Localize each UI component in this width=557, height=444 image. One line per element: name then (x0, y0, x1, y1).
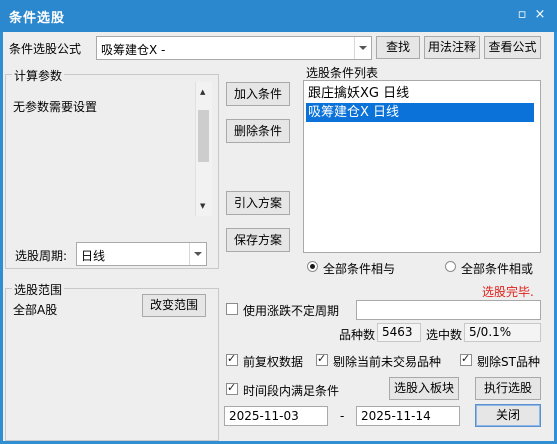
formula-value: 吸筹建仓X - (101, 43, 166, 57)
condition-item[interactable]: 跟庄擒妖XG 日线 (306, 84, 534, 103)
exclude-untraded-label[interactable]: 剔除当前未交易品种 (333, 353, 441, 370)
formula-select[interactable]: 吸筹建仓X - (96, 36, 372, 60)
view-formula-button[interactable]: 查看公式 (484, 36, 541, 59)
import-plan-button[interactable]: 引入方案 (226, 191, 290, 215)
restore-icon[interactable]: ▫ (514, 7, 530, 23)
period-label: 选股周期: (15, 249, 68, 263)
time-period-checkbox[interactable] (226, 381, 238, 395)
change-period-checkbox[interactable] (226, 303, 238, 315)
conditions-legend: 选股条件列表 (306, 66, 379, 80)
forward-adjust-label[interactable]: 前复权数据 (243, 353, 303, 370)
exclude-untraded-checkbox[interactable] (316, 352, 328, 366)
dialog-body: 条件选股公式 吸筹建仓X - 查找 用法注释 查看公式 计算参数 无参数需要设置… (3, 32, 554, 441)
execute-button[interactable]: 执行选股 (475, 377, 541, 400)
find-button[interactable]: 查找 (376, 36, 420, 59)
count-label: 品种数 (339, 328, 376, 342)
selected-value: 5/0.1% (464, 323, 541, 342)
scroll-up-icon[interactable]: ▲ (200, 88, 205, 96)
period-value: 日线 (81, 249, 106, 263)
condition-item-selected[interactable]: 吸筹建仓X 日线 (306, 103, 534, 122)
select-to-block-button[interactable]: 选股入板块 (389, 377, 459, 400)
range-legend: 选股范围 (12, 281, 65, 298)
change-period-input[interactable] (356, 300, 541, 320)
usage-button[interactable]: 用法注释 (424, 36, 480, 59)
time-period-label[interactable]: 时间段内满足条件 (243, 382, 339, 399)
range-value: 全部A股 (13, 303, 58, 317)
conditions-list[interactable]: 跟庄擒妖XG 日线 吸筹建仓X 日线 (303, 80, 541, 253)
window: 条件选股 ▫ × 条件选股公式 吸筹建仓X - 查找 用法注释 查看公式 计算参… (0, 0, 557, 444)
close-icon[interactable]: × (532, 7, 548, 23)
params-scrollbar[interactable]: ▲ ▼ (195, 82, 212, 216)
end-date-picker[interactable]: 2025-11-14 (356, 406, 460, 426)
and-label[interactable]: 全部条件相与 (323, 260, 395, 277)
count-value: 5463 (377, 323, 421, 342)
params-panel: 无参数需要设置 ▲ ▼ (9, 82, 212, 216)
title-bar: 条件选股 ▫ × (0, 0, 557, 32)
params-message: 无参数需要设置 (13, 100, 98, 114)
or-label[interactable]: 全部条件相或 (461, 260, 533, 277)
forward-adjust-checkbox[interactable] (226, 352, 238, 366)
chevron-down-icon[interactable] (189, 243, 206, 265)
formula-label: 条件选股公式 (9, 42, 82, 56)
delete-condition-button[interactable]: 删除条件 (226, 119, 290, 143)
date-separator: - (340, 409, 345, 423)
scroll-down-icon[interactable]: ▼ (200, 202, 205, 210)
exclude-st-label[interactable]: 剔除ST品种 (477, 353, 540, 370)
period-select[interactable]: 日线 (76, 242, 207, 266)
scroll-thumb[interactable] (198, 110, 209, 162)
start-date-picker[interactable]: 2025-11-03 (224, 406, 328, 426)
status-text: 选股完毕. (482, 285, 534, 299)
and-radio[interactable] (307, 261, 318, 272)
or-radio[interactable] (445, 261, 456, 272)
selected-label: 选中数 (426, 328, 463, 342)
close-button[interactable]: 关闭 (475, 404, 541, 427)
change-period-label[interactable]: 使用涨跌不定周期 (243, 302, 339, 319)
save-plan-button[interactable]: 保存方案 (226, 228, 290, 252)
add-condition-button[interactable]: 加入条件 (226, 82, 290, 106)
window-title: 条件选股 (9, 11, 66, 26)
exclude-st-checkbox[interactable] (460, 352, 472, 366)
change-range-button[interactable]: 改变范围 (142, 294, 206, 317)
chevron-down-icon[interactable] (354, 37, 371, 59)
